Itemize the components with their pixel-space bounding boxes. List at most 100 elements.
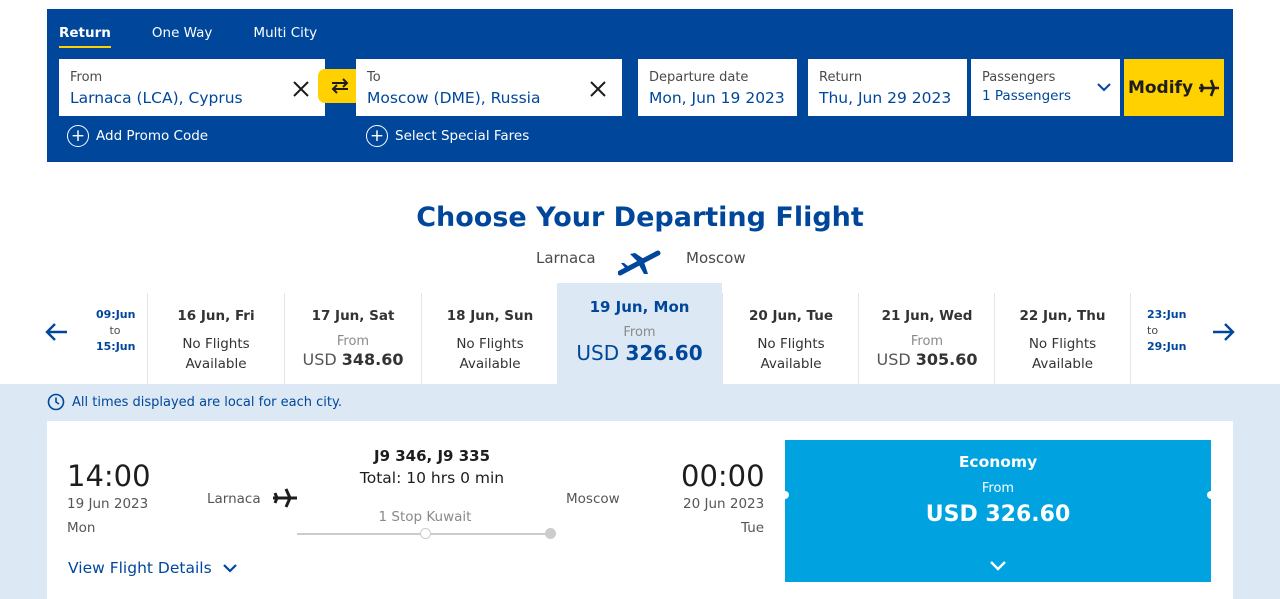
- destination-city: Moscow: [686, 249, 746, 267]
- arrival-time: 00:00: [681, 459, 765, 493]
- return-date-label: Return: [819, 70, 863, 85]
- plane-icon: [618, 250, 661, 276]
- plane-icon: [1199, 79, 1220, 96]
- prev-week-range[interactable]: 09:Jun to 15:Jun: [96, 307, 135, 355]
- date-price: USD 326.60: [557, 341, 722, 365]
- economy-fare-option[interactable]: Economy From USD 326.60: [781, 440, 1215, 582]
- special-fares-label: Select Special Fares: [395, 128, 530, 144]
- date-cell[interactable]: 20 Jun, Tue No Flights Available: [722, 293, 859, 384]
- return-date-field[interactable]: Return Thu, Jun 29 2023: [808, 59, 967, 116]
- chevron-down-icon: [222, 563, 237, 573]
- from-label: From: [910, 334, 944, 349]
- amount: 348.60: [341, 350, 404, 369]
- range-to: to: [1147, 324, 1159, 337]
- fare-from: From: [981, 481, 1015, 496]
- date-label: 17 Jun, Sat: [311, 308, 395, 324]
- passengers-field[interactable]: Passengers 1 Passengers: [971, 59, 1120, 116]
- date-cell[interactable]: 21 Jun, Wed From USD 305.60: [858, 293, 995, 384]
- close-icon[interactable]: [291, 79, 311, 99]
- close-icon[interactable]: [588, 79, 608, 99]
- date-cell[interactable]: 22 Jun, Thu No Flights Available: [994, 293, 1131, 384]
- date-label: 20 Jun, Tue: [748, 308, 834, 324]
- chevron-down-icon[interactable]: [988, 560, 1008, 572]
- departure-date-value: Mon, Jun 19 2023: [649, 89, 785, 107]
- from-label: From: [623, 325, 656, 340]
- date-cell[interactable]: 16 Jun, Fri No Flights Available: [147, 293, 284, 384]
- tab-one-way[interactable]: One Way: [152, 25, 213, 48]
- plus-icon: +: [67, 125, 89, 147]
- ticket-notch: [1207, 491, 1215, 499]
- clock-icon: [47, 393, 65, 411]
- origin-city: Larnaca: [207, 491, 261, 507]
- date-label: 19 Jun, Mon: [589, 298, 690, 316]
- tab-return[interactable]: Return: [59, 25, 111, 48]
- stop-marker: [420, 528, 431, 539]
- total-duration: Total: 10 hrs 0 min: [359, 469, 505, 487]
- no-flights-label: No Flights: [456, 336, 524, 352]
- timezone-note: All times displayed are local for each c…: [47, 393, 342, 411]
- fare-price: USD 326.60: [925, 502, 1071, 527]
- modify-button[interactable]: Modify: [1124, 59, 1224, 116]
- available-label: Available: [459, 356, 521, 372]
- arrow-right-icon[interactable]: [1211, 320, 1235, 344]
- search-panel: Return One Way Multi City From Larnaca (…: [47, 9, 1233, 162]
- from-field[interactable]: From Larnaca (LCA), Cyprus: [59, 59, 325, 116]
- plus-icon: +: [366, 125, 388, 147]
- results-area: All times displayed are local for each c…: [0, 384, 1280, 599]
- available-label: Available: [185, 356, 247, 372]
- swap-icon: [331, 78, 349, 94]
- to-field[interactable]: To Moscow (DME), Russia: [356, 59, 622, 116]
- available-label: Available: [760, 356, 822, 372]
- return-date-value: Thu, Jun 29 2023: [819, 89, 952, 107]
- stops-info: 1 Stop Kuwait: [378, 509, 472, 525]
- range-start: 23:Jun: [1147, 308, 1187, 321]
- date-cell[interactable]: 17 Jun, Sat From USD 348.60: [284, 293, 421, 384]
- arrival-day: Tue: [741, 520, 765, 536]
- destination-marker: [545, 528, 556, 539]
- to-value[interactable]: Moscow (DME), Russia: [367, 89, 611, 107]
- no-flights-label: No Flights: [1028, 336, 1097, 352]
- add-promo-code-link[interactable]: + Add Promo Code: [67, 125, 208, 147]
- from-value[interactable]: Larnaca (LCA), Cyprus: [70, 89, 314, 107]
- modify-label: Modify: [1127, 77, 1194, 98]
- departure-time: 14:00: [67, 459, 151, 493]
- view-flight-details-link[interactable]: View Flight Details: [68, 559, 238, 577]
- arrow-left-icon[interactable]: [45, 320, 69, 344]
- amount: 326.60: [625, 341, 703, 365]
- currency: USD: [876, 350, 911, 369]
- date-price: USD 348.60: [285, 350, 421, 369]
- to-label: To: [367, 70, 381, 85]
- passengers-value: 1 Passengers: [982, 88, 1072, 104]
- available-label: Available: [1031, 356, 1094, 372]
- timezone-note-text: All times displayed are local for each c…: [72, 394, 342, 410]
- date-price: USD 305.60: [859, 350, 995, 369]
- no-flights-text: No Flights Available: [148, 334, 284, 374]
- no-flights-label: No Flights: [757, 336, 825, 352]
- no-flights-text: No Flights Available: [995, 334, 1130, 374]
- view-details-label: View Flight Details: [68, 559, 212, 577]
- promo-label: Add Promo Code: [96, 128, 209, 144]
- no-flights-text: No Flights Available: [723, 334, 859, 374]
- select-special-fares-link[interactable]: + Select Special Fares: [366, 125, 529, 147]
- no-flights-label: No Flights: [182, 336, 250, 352]
- next-week-range[interactable]: 23:Jun to 29:Jun: [1147, 307, 1186, 355]
- chevron-down-icon[interactable]: [1096, 81, 1112, 93]
- route-summary: Larnaca Moscow: [0, 246, 1280, 276]
- departure-date-field[interactable]: Departure date Mon, Jun 19 2023: [638, 59, 797, 116]
- amount: 305.60: [915, 350, 978, 369]
- departure-date-label: Departure date: [649, 70, 749, 85]
- tab-multi-city[interactable]: Multi City: [253, 25, 317, 48]
- trip-type-tabs: Return One Way Multi City: [59, 25, 317, 48]
- date-cell-selected[interactable]: 19 Jun, Mon From USD 326.60: [557, 283, 722, 384]
- no-flights-text: No Flights Available: [422, 334, 558, 374]
- date-cell[interactable]: 18 Jun, Sun No Flights Available: [421, 293, 558, 384]
- from-label: From: [336, 334, 370, 349]
- passengers-label: Passengers: [982, 70, 1056, 85]
- date-label: 18 Jun, Sun: [446, 308, 534, 324]
- departure-date: 19 Jun 2023: [67, 496, 149, 512]
- plane-icon: [273, 488, 297, 508]
- flight-card: 14:00 19 Jun 2023 Mon J9 346, J9 335 Tot…: [47, 421, 1233, 599]
- range-to: to: [109, 324, 121, 337]
- page-title: Choose Your Departing Flight: [416, 202, 864, 233]
- flight-numbers: J9 346, J9 335: [373, 447, 491, 465]
